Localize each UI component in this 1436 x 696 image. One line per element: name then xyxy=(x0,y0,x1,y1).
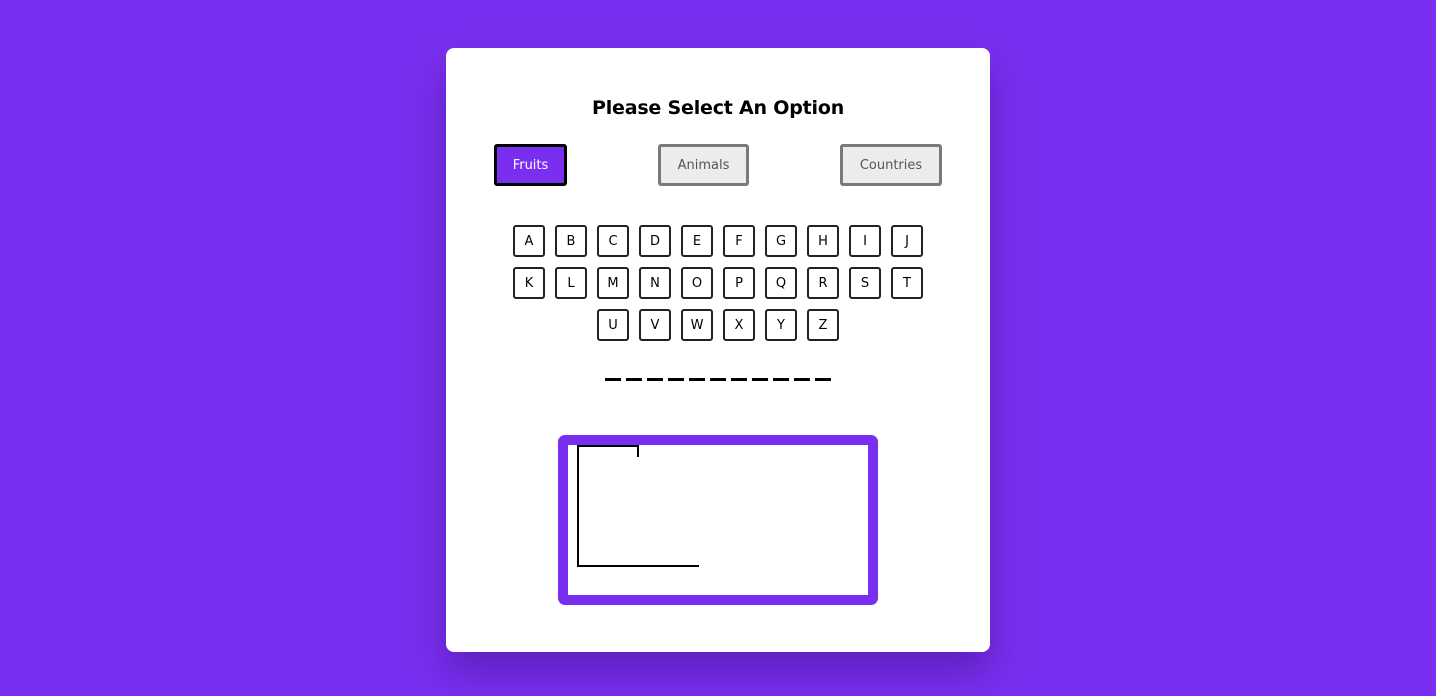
letter-button-n[interactable]: N xyxy=(639,267,671,299)
letter-button-c[interactable]: C xyxy=(597,225,629,257)
letter-button-j[interactable]: J xyxy=(891,225,923,257)
letter-button-b[interactable]: B xyxy=(555,225,587,257)
page-title: Please Select An Option xyxy=(591,97,845,119)
letter-button-k[interactable]: K xyxy=(513,267,545,299)
letter-button-s[interactable]: S xyxy=(849,267,881,299)
letter-button-g[interactable]: G xyxy=(765,225,797,257)
letter-button-e[interactable]: E xyxy=(681,225,713,257)
letter-button-z[interactable]: Z xyxy=(807,309,839,341)
letter-button-o[interactable]: O xyxy=(681,267,713,299)
game-card: Please Select An Option Fruits Animals C… xyxy=(446,48,990,652)
letter-button-y[interactable]: Y xyxy=(765,309,797,341)
letter-blank xyxy=(794,378,810,381)
letter-button-r[interactable]: R xyxy=(807,267,839,299)
letter-keyboard: ABCDEFGHIJ KLMNOPQRST UVWXYZ xyxy=(494,225,942,341)
option-fruits-button[interactable]: Fruits xyxy=(494,144,567,186)
letter-blank xyxy=(689,378,705,381)
letter-blank xyxy=(815,378,831,381)
letter-button-i[interactable]: I xyxy=(849,225,881,257)
letter-blank xyxy=(647,378,663,381)
option-countries-button[interactable]: Countries xyxy=(840,144,942,186)
letter-button-a[interactable]: A xyxy=(513,225,545,257)
letter-button-d[interactable]: D xyxy=(639,225,671,257)
letter-button-t[interactable]: T xyxy=(891,267,923,299)
letter-blank xyxy=(773,378,789,381)
hangman-canvas xyxy=(558,435,878,605)
letter-button-f[interactable]: F xyxy=(723,225,755,257)
letter-button-p[interactable]: P xyxy=(723,267,755,299)
letter-blank xyxy=(605,378,621,381)
gallows xyxy=(577,445,699,567)
letter-button-l[interactable]: L xyxy=(555,267,587,299)
word-blanks xyxy=(446,378,990,381)
letter-button-q[interactable]: Q xyxy=(765,267,797,299)
letter-button-u[interactable]: U xyxy=(597,309,629,341)
letter-button-m[interactable]: M xyxy=(597,267,629,299)
category-options: Fruits Animals Countries xyxy=(494,144,942,186)
letter-button-h[interactable]: H xyxy=(807,225,839,257)
letter-blank xyxy=(752,378,768,381)
letter-button-w[interactable]: W xyxy=(681,309,713,341)
letter-blank xyxy=(668,378,684,381)
letter-blank xyxy=(710,378,726,381)
letter-button-v[interactable]: V xyxy=(639,309,671,341)
letter-blank xyxy=(731,378,747,381)
letter-blank xyxy=(626,378,642,381)
hangman-drawing xyxy=(577,445,699,567)
letter-button-x[interactable]: X xyxy=(723,309,755,341)
option-animals-button[interactable]: Animals xyxy=(658,144,749,186)
